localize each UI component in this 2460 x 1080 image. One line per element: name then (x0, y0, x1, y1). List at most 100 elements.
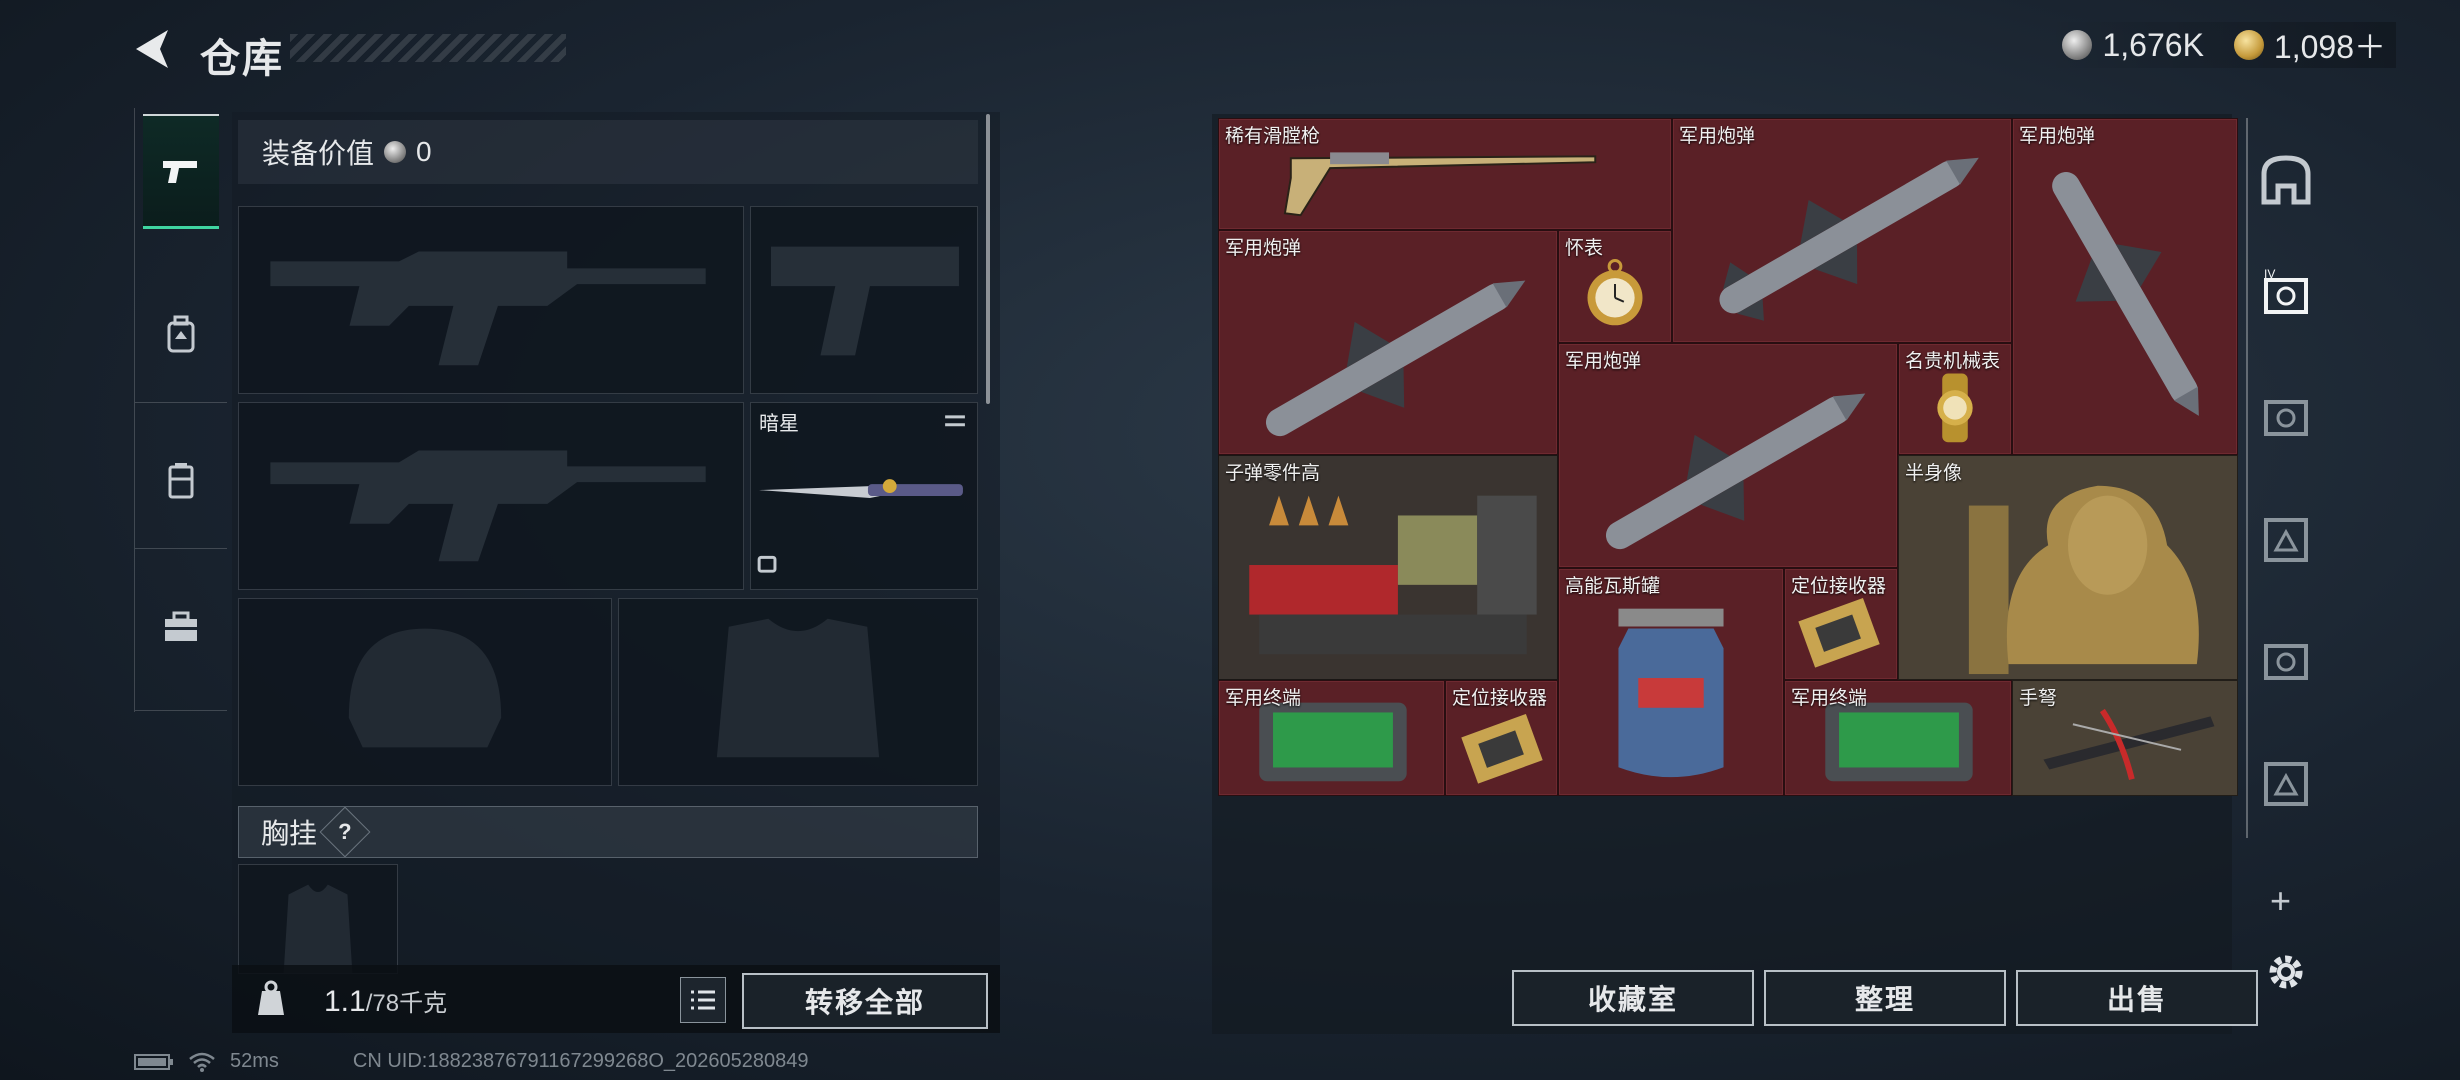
storage-item[interactable]: 军用炮弹 (1558, 343, 1898, 568)
toolbox-icon (165, 611, 197, 641)
rig-silhouette-icon (283, 884, 353, 973)
equipment-scrollbar[interactable] (986, 114, 990, 404)
missile-icon (2052, 171, 2199, 416)
tab-chest-rig[interactable] (143, 426, 219, 536)
missile-icon (1605, 393, 1866, 550)
storage-item[interactable]: 子弹零件高 (1218, 455, 1558, 680)
sidearm-slot[interactable] (750, 206, 978, 394)
chest-rig-label: 胸挂 (261, 818, 318, 849)
lock-icon (757, 555, 777, 573)
rig-icon (168, 463, 194, 499)
svg-text:IV: IV (2264, 267, 2275, 281)
storage-item[interactable]: 名贵机械表 (1898, 343, 2012, 455)
storage-panel: 稀有滑膛枪 军用炮弹 军用炮弹 军用炮弹 怀表 军用炮弹 名贵机械表 子弹零件高… (1212, 114, 2258, 1034)
page-title: 仓库 (200, 37, 284, 81)
storage-item[interactable]: 军用炮弹 (1218, 230, 1558, 455)
chest-rig-header: 胸挂 ? (238, 806, 978, 858)
tab-storage-6[interactable] (2258, 754, 2314, 810)
back-arrow-icon (136, 30, 168, 68)
storage-level-icon (2264, 518, 2308, 562)
equipment-panel: 装备价值 0 暗星 胸挂 ? (232, 112, 1000, 1032)
ammo-parts-icon (1249, 495, 1537, 655)
silver-amount: 1,676K (2102, 26, 2204, 63)
bust-icon (1968, 485, 2199, 675)
secondary-weapon-slot[interactable] (238, 402, 744, 590)
organize-button[interactable]: 整理 (1764, 970, 2006, 1026)
rifle-silhouette-icon (270, 450, 706, 562)
capacity-max: /78千克 (365, 990, 448, 1017)
gold-amount[interactable]: 1,098＋ (2274, 22, 2386, 68)
gold-coin-icon (2233, 30, 2264, 60)
transfer-all-button[interactable]: 转移全部 (742, 973, 988, 1029)
helmet-slot[interactable] (238, 598, 612, 786)
tab-storage-5[interactable] (2258, 388, 2314, 444)
ping-text: 52ms (230, 1050, 279, 1072)
equipment-category-tabs (134, 108, 227, 712)
wifi-icon (189, 1052, 215, 1072)
tab-storage-3[interactable] (2258, 510, 2314, 566)
equipment-value-header: 装备价值 0 (238, 120, 978, 184)
storage-item[interactable]: 军用炮弹 (2012, 118, 2238, 455)
storage-item[interactable]: 稀有滑膛枪 (1218, 118, 1672, 230)
silver-coin-icon (2062, 30, 2093, 60)
currency-bar: 1,676K 1,098＋ (2042, 22, 2396, 68)
gas-canister-icon (1618, 608, 1724, 778)
weight-icon (258, 980, 284, 1015)
sell-button[interactable]: 出售 (2016, 970, 2258, 1026)
title-decoration (290, 34, 566, 62)
vault-icon (2261, 155, 2311, 205)
silver-coin-icon (384, 141, 407, 163)
backpack-icon (167, 315, 195, 353)
storage-level-icon: IV (2264, 267, 2308, 314)
list-icon (691, 990, 715, 1010)
settings-button[interactable] (2264, 950, 2308, 994)
storage-level-icon (2264, 762, 2308, 806)
back-button[interactable] (128, 24, 178, 74)
status-bar: 52ms CN UID:18823876791167299268O_202605… (134, 1050, 808, 1073)
storage-actions: 收藏室 整理 出售 (1512, 970, 2258, 1026)
storage-item[interactable]: 手弩 (2012, 680, 2238, 796)
storage-item[interactable]: 定位接收器 (1445, 680, 1558, 796)
add-storage-button[interactable]: + (2270, 880, 2291, 922)
storage-item[interactable]: 怀表 (1558, 230, 1672, 343)
storage-item[interactable]: 半身像 (1898, 455, 2238, 680)
collection-button[interactable]: 收藏室 (1512, 970, 1754, 1026)
battery-icon (134, 1053, 173, 1070)
equipment-value: 0 (416, 136, 432, 167)
capacity-text: 1.1/78千克 (324, 983, 447, 1019)
helmet-silhouette-icon (348, 628, 502, 748)
missile-icon (1719, 157, 1979, 321)
help-icon[interactable]: ? (319, 806, 371, 858)
list-view-button[interactable] (680, 977, 726, 1023)
melee-slot[interactable]: 暗星 (750, 402, 978, 590)
storage-item[interactable]: 军用炮弹 (1672, 118, 2012, 343)
storage-item[interactable]: 高能瓦斯罐 (1558, 568, 1784, 796)
storage-item[interactable]: 军用终端 (1218, 680, 1445, 796)
missile-icon (1265, 280, 1526, 437)
uid-text: CN UID:18823876791167299268O_20260528084… (352, 1050, 809, 1072)
rifle-silhouette-icon (270, 251, 706, 366)
tab-backpack[interactable] (143, 280, 219, 390)
capacity-current: 1.1 (324, 985, 366, 1018)
pistol-silhouette-icon (771, 246, 959, 356)
tab-toolbox[interactable] (143, 572, 219, 682)
armor-slot[interactable] (618, 598, 978, 786)
equipment-value-label: 装备价值 (262, 138, 375, 169)
storage-grid: 稀有滑膛枪 军用炮弹 军用炮弹 军用炮弹 怀表 军用炮弹 名贵机械表 子弹零件高… (1218, 118, 2238, 796)
storage-item[interactable]: 定位接收器 (1784, 568, 1898, 680)
storage-level-icon (2264, 644, 2308, 680)
pistol-icon (163, 161, 197, 183)
primary-weapon-slot[interactable] (238, 206, 744, 394)
vest-silhouette-icon (716, 618, 880, 758)
tab-weapons[interactable] (143, 114, 219, 229)
capacity-bar: 1.1/78千克 转移全部 (232, 965, 1000, 1033)
knife-icon (757, 415, 965, 573)
storage-page-tabs: IV (2246, 118, 2324, 838)
tab-storage-4-active[interactable]: IV (2258, 266, 2314, 322)
storage-item[interactable]: 军用终端 (1784, 680, 2012, 796)
gear-icon (2269, 955, 2303, 989)
tab-storage-4b[interactable] (2258, 632, 2314, 688)
chest-rig-slot[interactable] (238, 864, 398, 974)
storage-level-icon (2264, 400, 2308, 436)
tab-vault[interactable] (2258, 152, 2314, 208)
